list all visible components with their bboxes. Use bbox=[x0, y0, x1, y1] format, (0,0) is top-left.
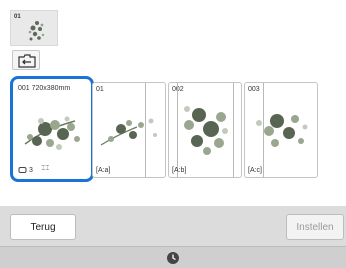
bottom-toolbar: Terug Instellen bbox=[0, 206, 346, 246]
pattern-card-label: 001 720x380mm bbox=[18, 85, 71, 92]
pattern-card-label: 01 bbox=[96, 86, 104, 93]
part-code: [A:c] bbox=[248, 167, 263, 174]
hoop-icon bbox=[18, 167, 27, 173]
flower-embroidery-image bbox=[256, 114, 308, 147]
clock-icon[interactable] bbox=[166, 251, 180, 265]
flower-embroidery-image bbox=[184, 106, 228, 155]
pattern-card-label: 003 bbox=[248, 86, 260, 93]
pattern-card-full[interactable]: 001 720x380mm 3 ⌶⌶ bbox=[10, 76, 94, 182]
status-bar bbox=[0, 246, 346, 268]
hoop-count: 3 bbox=[18, 166, 33, 174]
pattern-card-part[interactable]: 003 [A:c] bbox=[244, 82, 318, 178]
back-button[interactable]: Terug bbox=[10, 214, 76, 240]
part-code: [A:b] bbox=[172, 167, 187, 174]
set-button[interactable]: Instellen bbox=[286, 214, 344, 240]
part-code: [A:a] bbox=[96, 167, 111, 174]
flower-embroidery-image bbox=[100, 118, 157, 146]
split-direction-icon: ⌶⌶ bbox=[41, 165, 50, 172]
pattern-card-part[interactable]: 002 [A:b] bbox=[168, 82, 242, 178]
pattern-card-part[interactable]: 01 [A:a] bbox=[92, 82, 166, 178]
flower-embroidery-image bbox=[24, 116, 80, 150]
